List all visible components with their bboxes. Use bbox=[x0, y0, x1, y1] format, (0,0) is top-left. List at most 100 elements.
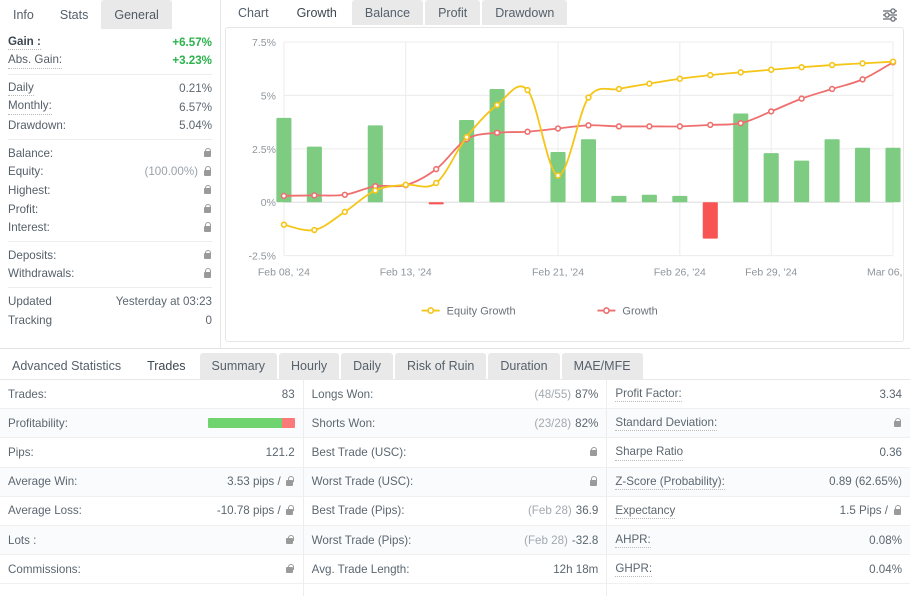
stat-label[interactable]: AHPR: bbox=[615, 532, 650, 548]
chart-point bbox=[282, 223, 287, 228]
stat-value-text: 0.08% bbox=[869, 534, 902, 547]
sidebar-stat-label[interactable]: Gain : bbox=[8, 35, 41, 50]
sidebar-stat-label: Highest: bbox=[8, 184, 51, 197]
chart-tab-balance[interactable]: Balance bbox=[352, 0, 423, 25]
chart-tab-growth[interactable]: Growth bbox=[284, 0, 350, 25]
sidebar-tab-info[interactable]: Info bbox=[0, 0, 47, 29]
bottom-tab-summary[interactable]: Summary bbox=[200, 353, 277, 379]
stat-value: (48/55)87% bbox=[534, 388, 598, 401]
chart-tab-chart[interactable]: Chart bbox=[225, 0, 282, 25]
sidebar-stat-value: Yesterday at 03:23 bbox=[116, 295, 212, 308]
lock-icon bbox=[588, 446, 598, 458]
bottom-tab-duration[interactable]: Duration bbox=[488, 353, 559, 379]
legend-label: Equity Growth bbox=[447, 306, 516, 318]
sidebar-stat-row: Equity:(100.00%) bbox=[8, 163, 212, 182]
chart-point bbox=[403, 183, 408, 188]
bottom-tab-mae-mfe[interactable]: MAE/MFE bbox=[562, 353, 643, 379]
stat-value: 3.34 bbox=[879, 388, 902, 401]
sidebar-stat-row: Daily0.21% bbox=[8, 79, 212, 98]
bottom-tab-risk-of-ruin[interactable]: Risk of Ruin bbox=[395, 353, 486, 379]
top-section: InfoStatsGeneral Gain : +6.57% Abs. Gain: +… bbox=[0, 0, 910, 348]
lock-icon bbox=[202, 268, 212, 280]
stat-label: Profitability: bbox=[8, 417, 68, 430]
lock-icon bbox=[285, 476, 295, 488]
lock-icon bbox=[202, 166, 212, 178]
x-axis-tick-label: Feb 26, '24 bbox=[654, 268, 706, 279]
stat-value-sub: (23/28) bbox=[534, 417, 571, 430]
stat-label[interactable]: Standard Deviation: bbox=[615, 415, 717, 431]
sidebar-stat-row: Deposits: bbox=[8, 246, 212, 265]
lock-icon bbox=[202, 203, 212, 215]
bottom-tab-hourly[interactable]: Hourly bbox=[279, 353, 339, 379]
stat-value-text: 82% bbox=[575, 417, 598, 430]
stat-value bbox=[588, 476, 598, 488]
table-row: Average Loss:-10.78 pips / bbox=[0, 497, 303, 526]
statistics-grid: Trades:83Profitability:Pips:121.2Average… bbox=[0, 379, 910, 596]
sidebar-tab-general[interactable]: General bbox=[101, 0, 171, 29]
sidebar-stat-value: +6.57% bbox=[172, 36, 212, 49]
chart-point bbox=[586, 96, 591, 101]
stat-value: 0.04% bbox=[869, 563, 902, 576]
sidebar-stat-label[interactable]: Daily bbox=[8, 81, 34, 96]
chart-point bbox=[617, 87, 622, 92]
table-row: Commissions: bbox=[0, 555, 303, 584]
sidebar-stat-value: +3.23% bbox=[172, 54, 212, 67]
chart-tab-profit[interactable]: Profit bbox=[425, 0, 480, 25]
lock-icon bbox=[588, 476, 598, 488]
y-axis-tick-label: 2.5% bbox=[252, 145, 276, 156]
sidebar-stat-value bbox=[202, 222, 212, 234]
chart-point bbox=[495, 131, 500, 136]
profitability-bar bbox=[208, 418, 295, 428]
bottom-tab-daily[interactable]: Daily bbox=[341, 353, 393, 379]
chart-bar bbox=[733, 114, 748, 203]
chart-point bbox=[312, 228, 317, 233]
stat-label[interactable]: GHPR: bbox=[615, 561, 652, 577]
sidebar-stat-value: 5.04% bbox=[179, 119, 212, 132]
stat-label: Trades: bbox=[8, 388, 47, 401]
stats-column-2: Longs Won:(48/55)87%Shorts Won:(23/28)82… bbox=[303, 380, 607, 596]
chart-point bbox=[495, 103, 500, 108]
table-row: Longs Won:(48/55)87% bbox=[304, 380, 607, 409]
table-row: AHPR: 0.08% bbox=[607, 526, 910, 555]
chart-point bbox=[647, 82, 652, 87]
lock-icon bbox=[285, 505, 295, 517]
stat-value-text: 83 bbox=[282, 388, 295, 401]
growth-chart[interactable]: 7.5%5%2.5%0%-2.5%Feb 08, '24Feb 13, '24F… bbox=[226, 28, 903, 341]
chart-point bbox=[312, 193, 317, 198]
chart-point bbox=[860, 77, 865, 82]
stat-label[interactable]: Expectancy bbox=[615, 503, 675, 519]
sidebar-stat-value-text: +3.23% bbox=[172, 54, 212, 67]
sidebar-stat-row: UpdatedYesterday at 03:23 bbox=[8, 292, 212, 311]
sidebar-stat-value bbox=[202, 268, 212, 280]
chart-point bbox=[769, 109, 774, 114]
sidebar-stat-label[interactable]: Abs. Gain: bbox=[8, 53, 62, 68]
sidebar-stat-row: Monthly: 6.57% bbox=[8, 98, 212, 117]
stat-label[interactable]: Profit Factor: bbox=[615, 386, 681, 402]
bottom-tab-advanced-statistics[interactable]: Advanced Statistics bbox=[0, 353, 133, 379]
sliders-icon[interactable] bbox=[880, 6, 900, 24]
sidebar-stat-label: Deposits: bbox=[8, 249, 56, 262]
sidebar-stat-row: Balance: bbox=[8, 144, 212, 163]
sidebar-stat-label[interactable]: Monthly: bbox=[8, 99, 52, 114]
chart-point bbox=[373, 189, 378, 194]
sidebar-stat-value: 6.57% bbox=[179, 101, 212, 114]
chart-point bbox=[586, 123, 591, 128]
stat-value: -10.78 pips / bbox=[217, 504, 295, 517]
sidebar-stat-row: Highest: bbox=[8, 181, 212, 200]
stat-label: Worst Trade (USC): bbox=[312, 475, 414, 488]
stat-label: Avg. Trade Length: bbox=[312, 563, 410, 576]
chart-point bbox=[282, 194, 287, 199]
stat-label[interactable]: Sharpe Ratio bbox=[615, 444, 683, 460]
chart-tab-drawdown[interactable]: Drawdown bbox=[482, 0, 567, 25]
stats-dashboard: InfoStatsGeneral Gain : +6.57% Abs. Gain: +… bbox=[0, 0, 910, 596]
bottom-tab-trades[interactable]: Trades bbox=[135, 353, 197, 379]
table-row: Profit Factor: 3.34 bbox=[607, 380, 910, 409]
lock-icon bbox=[202, 184, 212, 196]
sidebar-tab-stats[interactable]: Stats bbox=[47, 0, 102, 29]
stat-label[interactable]: Z-Score (Probability): bbox=[615, 474, 725, 490]
stat-value: 3.53 pips / bbox=[227, 475, 295, 488]
chart-point bbox=[708, 73, 713, 78]
table-row: Worst Trade (Pips):(Feb 28)-32.8 bbox=[304, 526, 607, 555]
stat-value-text: 87% bbox=[575, 388, 598, 401]
sidebar-stat-row: Interest: bbox=[8, 218, 212, 237]
